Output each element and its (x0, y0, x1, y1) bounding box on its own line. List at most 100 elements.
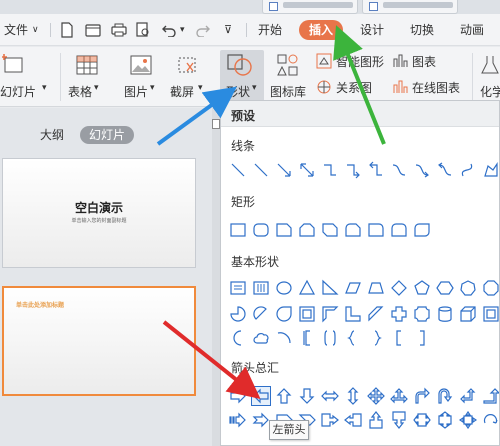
document-tab[interactable] (262, 0, 358, 14)
undo-icon[interactable] (160, 21, 178, 39)
online-chart-button[interactable]: 在线图表 (392, 77, 468, 99)
right-arrow-callout-icon[interactable] (321, 411, 339, 429)
pane-collapse-handle[interactable] (212, 119, 220, 129)
left-right-arrow-icon[interactable] (321, 387, 339, 405)
tab-transition[interactable]: 切换 (410, 22, 434, 38)
line-shape-icon[interactable] (229, 161, 247, 179)
file-menu[interactable]: 文件 (4, 22, 28, 38)
hexagon-icon[interactable] (436, 279, 454, 297)
left-right-up-arrow-icon[interactable] (390, 387, 408, 405)
cube-icon[interactable] (459, 305, 477, 323)
snip-round-rect-icon[interactable] (344, 221, 362, 239)
down-arrow-callout-icon[interactable] (390, 411, 408, 429)
document-tab[interactable] (362, 0, 458, 14)
left-brace-icon[interactable] (344, 329, 362, 347)
redo-icon[interactable] (194, 21, 212, 39)
l-shape-icon[interactable] (344, 305, 362, 323)
vertical-text-box-icon[interactable] (252, 279, 270, 297)
teardrop-icon[interactable] (275, 305, 293, 323)
curve-icon[interactable] (459, 161, 477, 179)
round-two-corner-rect-icon[interactable] (390, 221, 408, 239)
bevel-icon[interactable] (482, 305, 499, 323)
can-icon[interactable] (436, 305, 454, 323)
left-up-arrow-icon[interactable] (459, 387, 477, 405)
double-brace-icon[interactable] (321, 329, 339, 347)
right-arrow-icon[interactable] (229, 387, 247, 405)
shape-button[interactable]: 形状 ▾ (222, 51, 262, 103)
elbow-connector-icon[interactable] (321, 161, 339, 179)
pie-shape-icon[interactable] (229, 305, 247, 323)
customize-toolbar-icon[interactable]: ⊽ (224, 22, 232, 38)
arc-icon[interactable] (275, 329, 293, 347)
snip-two-corner-rect-icon[interactable] (298, 221, 316, 239)
quad-arrow-callout-icon[interactable] (459, 411, 477, 429)
right-triangle-icon[interactable] (321, 279, 339, 297)
diagonal-stripe-icon[interactable] (367, 305, 385, 323)
left-right-arrow-callout-icon[interactable] (413, 411, 431, 429)
right-brace-icon[interactable] (367, 329, 385, 347)
oval-icon[interactable] (275, 279, 293, 297)
file-menu-dropdown-icon[interactable]: ∨ (32, 22, 39, 38)
chord-icon[interactable] (252, 305, 270, 323)
notched-right-arrow-icon[interactable] (252, 411, 270, 429)
parallelogram-icon[interactable] (344, 279, 362, 297)
undo-dropdown-icon[interactable]: ▾ (180, 22, 185, 38)
print-preview-icon[interactable] (134, 21, 152, 39)
right-square-bracket-icon[interactable] (413, 329, 431, 347)
striped-right-arrow-icon[interactable] (229, 411, 247, 429)
curved-connector-icon[interactable] (390, 161, 408, 179)
down-arrow-icon[interactable] (298, 387, 316, 405)
plaque-icon[interactable] (413, 305, 431, 323)
pentagon-icon[interactable] (413, 279, 431, 297)
round-one-corner-rect-icon[interactable] (367, 221, 385, 239)
bent-arrow-icon[interactable] (413, 387, 431, 405)
tab-outline[interactable]: 大纲 (40, 126, 64, 144)
diamond-icon[interactable] (390, 279, 408, 297)
tab-home[interactable]: 开始 (258, 22, 282, 38)
round-diagonal-rect-icon[interactable] (413, 221, 431, 239)
moon-icon[interactable] (229, 329, 247, 347)
freeform-icon[interactable] (482, 161, 499, 179)
left-square-bracket-icon[interactable] (390, 329, 408, 347)
quad-arrow-icon[interactable] (367, 387, 385, 405)
half-frame-icon[interactable] (321, 305, 339, 323)
cross-icon[interactable] (390, 305, 408, 323)
frame-icon[interactable] (298, 305, 316, 323)
left-arrow-callout-icon[interactable] (344, 411, 362, 429)
print-icon[interactable] (110, 21, 128, 39)
arrow-line-icon[interactable] (275, 161, 293, 179)
rectangle-icon[interactable] (229, 221, 247, 239)
up-down-arrow-callout-icon[interactable] (436, 411, 454, 429)
circular-arrow-icon[interactable] (482, 411, 499, 429)
line-shape-icon[interactable] (252, 161, 270, 179)
icon-library-button[interactable]: 图标库 (270, 51, 310, 103)
new-doc-icon[interactable] (58, 21, 76, 39)
bent-up-arrow-icon[interactable] (482, 387, 499, 405)
snip-corner-rect-icon[interactable] (275, 221, 293, 239)
tab-slides[interactable]: 幻灯片 (80, 126, 134, 144)
chart-button[interactable]: 图表 (392, 51, 452, 73)
curved-arrow-icon[interactable] (413, 161, 431, 179)
heptagon-icon[interactable] (459, 279, 477, 297)
curved-double-arrow-icon[interactable] (436, 161, 454, 179)
elbow-double-arrow-icon[interactable] (367, 161, 385, 179)
slide-thumbnail-2[interactable]: 单击此处添加标题 (2, 286, 196, 396)
triangle-icon[interactable] (298, 279, 316, 297)
slide-thumbnail-1[interactable]: 空白演示 单击输入您的封面副标题 (2, 158, 196, 268)
up-down-arrow-icon[interactable] (344, 387, 362, 405)
relation-button[interactable]: 关系图 (316, 77, 386, 99)
table-button[interactable]: 表格 ▾ (66, 51, 112, 103)
trapezoid-icon[interactable] (367, 279, 385, 297)
tab-insert[interactable]: 插入 (299, 20, 343, 40)
up-arrow-callout-icon[interactable] (367, 411, 385, 429)
elbow-arrow-icon[interactable] (344, 161, 362, 179)
pane-splitter[interactable] (212, 108, 220, 446)
left-arrow-icon[interactable] (251, 386, 271, 406)
up-arrow-icon[interactable] (275, 387, 293, 405)
screenshot-button[interactable]: 截屏 ▾ (170, 51, 214, 103)
new-slide-button[interactable]: 幻灯片 ▾ (0, 51, 58, 103)
text-box-icon[interactable] (229, 279, 247, 297)
u-turn-arrow-icon[interactable] (436, 387, 454, 405)
cloud-icon[interactable] (252, 329, 270, 347)
chemistry-button[interactable]: 化学 (480, 51, 500, 103)
